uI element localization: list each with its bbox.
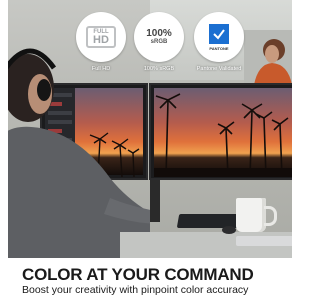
palm-trees-right	[154, 93, 297, 177]
srgb-icon-percent: 100%	[146, 27, 172, 39]
pantone-logo-text: PANTONE	[209, 45, 229, 51]
coffee-mug-handle	[264, 206, 277, 226]
pantone-label: Pantone Validated	[196, 66, 242, 72]
srgb-icon-text: sRGB	[150, 39, 168, 46]
coffee-mug	[236, 198, 266, 232]
computer-mouse	[222, 226, 236, 234]
pantone-badge: PANTONE	[194, 12, 244, 62]
right-monitor	[149, 83, 300, 180]
full-hd-badge: FULL HD	[76, 12, 126, 62]
full-hd-icon-line2: HD	[93, 33, 109, 46]
srgb-icon: 100% sRGB	[146, 27, 172, 46]
background-person	[244, 30, 300, 85]
workspace-photo: FULL HD 100% sRGB PANTONE Full HD 100% s…	[0, 0, 300, 258]
monitor-stand	[150, 180, 160, 222]
headline: COLOR AT YOUR COMMAND	[22, 265, 254, 284]
checkmark-icon	[209, 23, 229, 44]
full-hd-icon: FULL HD	[86, 26, 116, 48]
person-with-headphones	[0, 48, 150, 258]
product-banner: FULL HD 100% sRGB PANTONE Full HD 100% s…	[0, 0, 300, 303]
pantone-check-icon: PANTONE	[209, 23, 229, 51]
srgb-badge: 100% sRGB	[134, 12, 184, 62]
subheadline: Boost your creativity with pinpoint colo…	[22, 284, 249, 296]
desk-tablet	[236, 236, 294, 246]
